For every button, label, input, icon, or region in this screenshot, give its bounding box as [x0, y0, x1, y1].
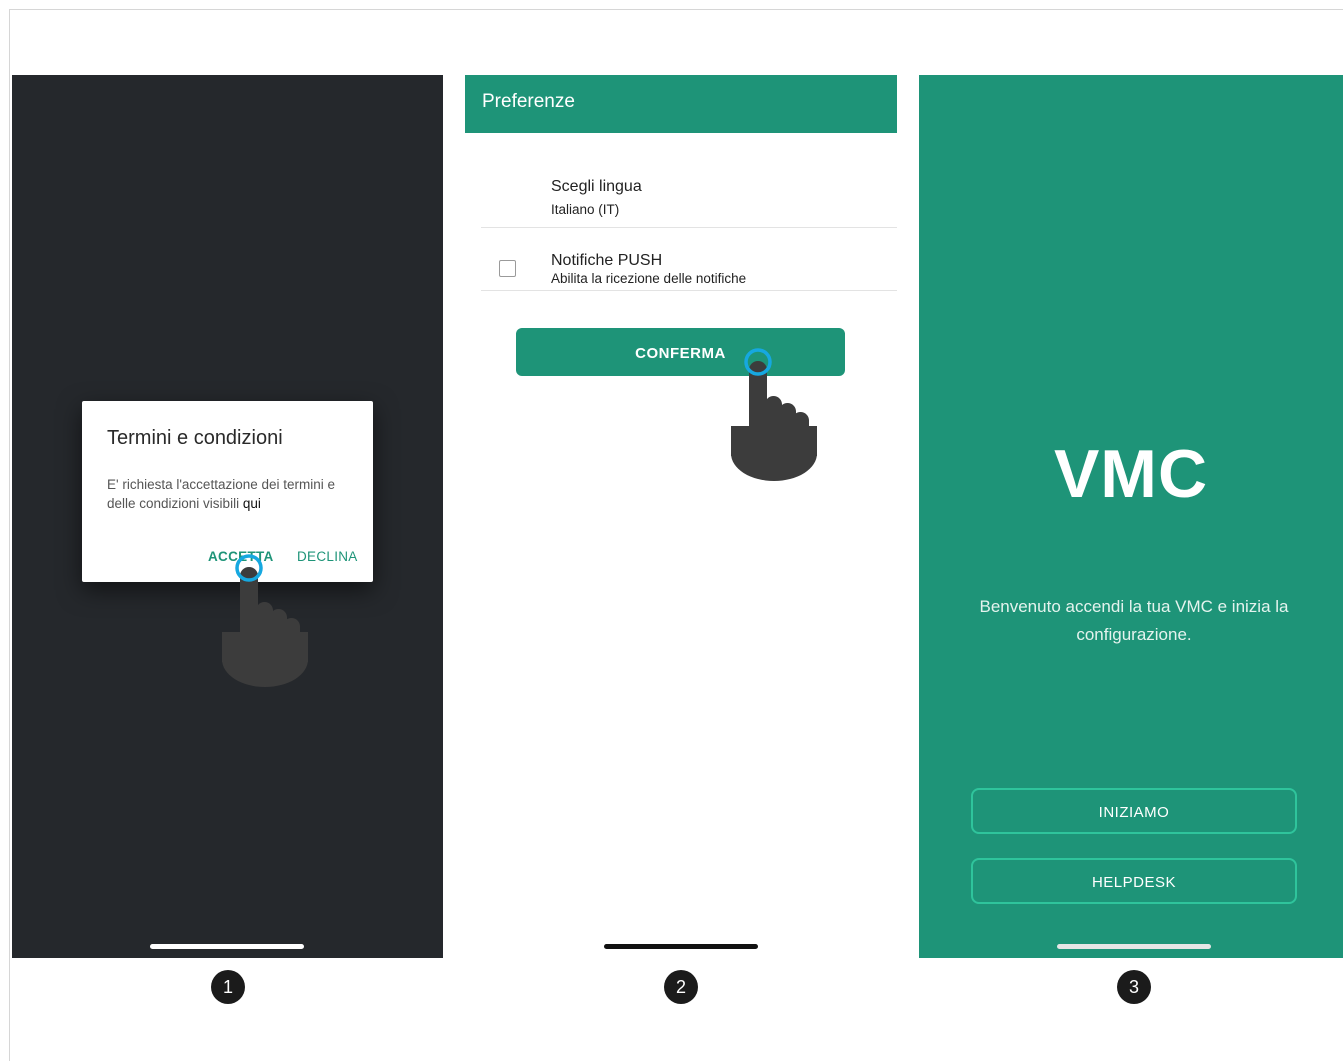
- dialog-title: Termini e condizioni: [107, 427, 283, 449]
- screen-welcome: VMC Benvenuto accendi la tua VMC e inizi…: [919, 75, 1343, 958]
- page-title: Preferenze: [482, 91, 575, 112]
- push-subtitle: Abilita la ricezione delle notifiche: [551, 271, 747, 286]
- terms-link[interactable]: qui: [243, 496, 261, 511]
- helpdesk-button[interactable]: HELPDESK: [971, 858, 1297, 904]
- vmc-logo: VMC: [1053, 436, 1209, 512]
- checkbox-icon[interactable]: [499, 260, 516, 277]
- push-row[interactable]: Notifiche PUSH Abilita la ricezione dell…: [481, 247, 897, 291]
- step-number: 1: [211, 970, 245, 1004]
- start-button[interactable]: INIZIAMO: [971, 788, 1297, 834]
- dialog-body: E' richiesta l'accettazione dei termini …: [107, 475, 367, 513]
- pointer-hand-icon: [216, 552, 326, 702]
- screen-terms: Termini e condizioni E' richiesta l'acce…: [12, 75, 443, 958]
- screen-preferences: Preferenze Scegli lingua Italiano (IT) N…: [465, 75, 897, 958]
- language-value: Italiano (IT): [551, 202, 620, 217]
- pointer-hand-icon: [725, 346, 835, 496]
- push-title: Notifiche PUSH: [551, 252, 663, 269]
- step-number: 2: [664, 970, 698, 1004]
- home-indicator: [150, 944, 304, 949]
- home-indicator: [604, 944, 758, 949]
- welcome-text: Benvenuto accendi la tua VMC e inizia la…: [979, 597, 1289, 644]
- language-title: Scegli lingua: [551, 178, 642, 195]
- home-indicator: [1057, 944, 1211, 949]
- step-number: 3: [1117, 970, 1151, 1004]
- dialog-body-text: E' richiesta l'accettazione dei termini …: [107, 477, 336, 511]
- app-bar: Preferenze: [465, 75, 897, 133]
- language-row[interactable]: Scegli lingua Italiano (IT): [481, 173, 897, 228]
